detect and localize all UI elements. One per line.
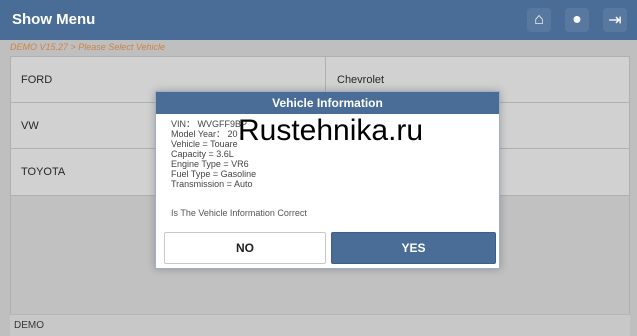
- page-title: Show Menu: [12, 11, 96, 28]
- exit-icon[interactable]: ⇥: [603, 8, 627, 32]
- yes-button[interactable]: YES: [331, 232, 496, 264]
- capacity-line: Capacity = 3.6L: [171, 149, 234, 159]
- top-icons: ⌂ ● ⇥: [527, 8, 627, 32]
- screen: Show Menu ⌂ ● ⇥ DEMO V15.27 > Please Sel…: [0, 0, 637, 336]
- print-icon[interactable]: ●: [565, 8, 589, 32]
- vehicle-info-dialog: Vehicle Information VIN： WVGFF9BP Model …: [155, 91, 500, 269]
- engine-type-line: Engine Type = VR6: [171, 159, 249, 169]
- vin-line: VIN： WVGFF9BP: [171, 119, 248, 129]
- home-icon[interactable]: ⌂: [527, 8, 551, 32]
- confirm-question: Is The Vehicle Information Correct: [171, 208, 307, 218]
- dialog-body: VIN： WVGFF9BP Model Year： 20 Vehicle = T…: [171, 119, 491, 189]
- dialog-title: Vehicle Information: [156, 92, 499, 114]
- vehicle-line: Vehicle = Touare: [171, 139, 238, 149]
- top-bar: Show Menu ⌂ ● ⇥: [0, 0, 637, 40]
- model-year-line: Model Year： 20: [171, 129, 238, 139]
- no-button[interactable]: NO: [164, 232, 326, 264]
- transmission-line: Transmission = Auto: [171, 179, 253, 189]
- fuel-type-line: Fuel Type = Gasoline: [171, 169, 257, 179]
